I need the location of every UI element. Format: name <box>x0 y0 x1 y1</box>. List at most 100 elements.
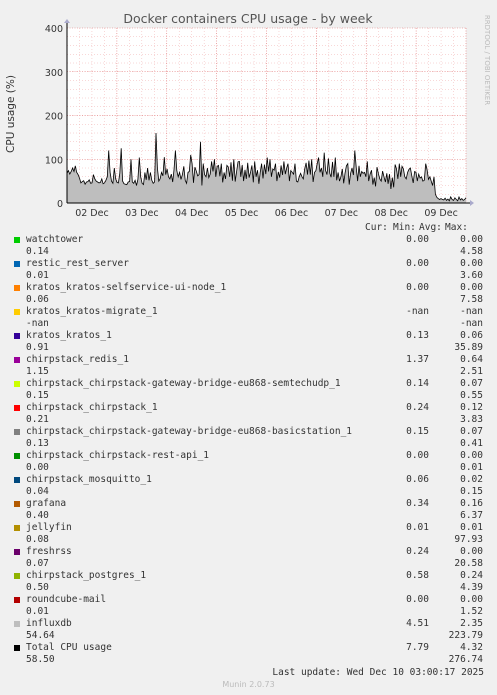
x-tick-label: 06 Dec <box>275 208 309 219</box>
legend-series-name: kratos_kratos_1 <box>26 330 112 341</box>
legend-min: 4.32 <box>460 642 483 653</box>
y-axis-label: CPU usage (%) <box>5 75 17 153</box>
header-avg: Avg: <box>419 222 442 233</box>
last-update: Last update: Wed Dec 10 03:00:17 2025 <box>272 667 484 678</box>
legend-max: 4.58 <box>460 246 483 257</box>
legend-cur: 0.00 <box>406 450 429 461</box>
legend-min: 0.12 <box>460 402 483 413</box>
legend-series-name: chirpstack_chirpstack-rest-api_1 <box>26 450 210 461</box>
y-tick-label: 300 <box>45 68 63 79</box>
legend-swatch <box>14 549 20 555</box>
x-tick-label: 09 Dec <box>424 208 458 219</box>
legend-header: Cur: Min: Avg: Max: <box>0 222 497 234</box>
x-tick-label: 02 Dec <box>75 208 109 219</box>
x-axis-arrow <box>470 200 474 206</box>
munin-version: Munin 2.0.73 <box>222 680 275 689</box>
x-tick-label: 03 Dec <box>125 208 159 219</box>
x-tick-label: 04 Dec <box>175 208 209 219</box>
legend-max: 1.52 <box>460 606 483 617</box>
legend-min: 0.00 <box>460 234 483 245</box>
legend-max: -nan <box>460 318 483 329</box>
legend-row: watchtower 0.00 0.00 0.14 4.58 <box>0 234 497 258</box>
legend-series-name: jellyfin <box>26 522 72 533</box>
legend-swatch <box>14 333 20 339</box>
legend-avg: 0.14 <box>26 246 49 257</box>
legend-max: 6.37 <box>460 510 483 521</box>
legend-avg: 0.08 <box>26 534 49 545</box>
legend-series-name: Total CPU usage <box>26 642 112 653</box>
legend-avg: 0.01 <box>26 270 49 281</box>
legend-max: 20.58 <box>454 558 483 569</box>
legend-max: 3.83 <box>460 414 483 425</box>
legend-cur: 0.00 <box>406 234 429 245</box>
legend-swatch <box>14 309 20 315</box>
legend-cur: 0.15 <box>406 426 429 437</box>
legend-swatch <box>14 501 20 507</box>
legend-series-name: roundcube-mail <box>26 594 107 605</box>
legend-min: 0.07 <box>460 426 483 437</box>
legend-cur: 0.14 <box>406 378 429 389</box>
legend-series-name: chirpstack_chirpstack_1 <box>26 402 158 413</box>
legend-series-name: chirpstack_chirpstack-gateway-bridge-eu8… <box>26 378 341 389</box>
legend-swatch <box>14 597 20 603</box>
cpu-usage-chart: Docker containers CPU usage - by week CP… <box>5 11 491 219</box>
legend-max: 223.79 <box>448 630 483 641</box>
legend-swatch <box>14 357 20 363</box>
legend-avg: 0.21 <box>26 414 49 425</box>
legend-min: 0.16 <box>460 498 483 509</box>
legend-series-name: chirpstack_mosquitto_1 <box>26 474 152 485</box>
legend-avg: 0.04 <box>26 486 49 497</box>
legend-avg: 0.40 <box>26 510 49 521</box>
legend-swatch <box>14 429 20 435</box>
legend-min: 0.01 <box>460 522 483 533</box>
rrdtool-credit: RRDTOOL / TOBI OETIKER <box>483 15 491 105</box>
legend-max: 0.41 <box>460 438 483 449</box>
legend-series-name: freshrss <box>26 546 72 557</box>
y-tick-label: 200 <box>45 112 63 123</box>
legend-avg: 0.91 <box>26 342 49 353</box>
legend-max: 2.51 <box>460 366 483 377</box>
legend-swatch <box>14 381 20 387</box>
legend-cur: 0.24 <box>406 402 429 413</box>
legend-row: kratos_kratos-migrate_1 -nan -nan -nan -nan <box>0 306 497 330</box>
legend-swatch <box>14 285 20 291</box>
legend-series-name: chirpstack_postgres_1 <box>26 570 147 581</box>
legend-avg: 0.00 <box>26 462 49 473</box>
legend-row: chirpstack_chirpstack-gateway-bridge-eu8… <box>0 378 497 402</box>
legend-avg: -nan <box>26 318 49 329</box>
legend-row: chirpstack_chirpstack-gateway-bridge-eu8… <box>0 426 497 450</box>
legend-row: grafana 0.34 0.16 0.40 6.37 <box>0 498 497 522</box>
legend-series-name: restic_rest_server <box>26 258 129 269</box>
legend-max: 276.74 <box>448 654 483 665</box>
legend-series-name: kratos_kratos-selfservice-ui-node_1 <box>26 282 227 293</box>
header-cur: Cur: <box>365 222 388 233</box>
legend-avg: 0.13 <box>26 438 49 449</box>
legend-cur: 0.01 <box>406 522 429 533</box>
legend-row: kratos_kratos_1 0.13 0.06 0.91 35.89 <box>0 330 497 354</box>
legend-swatch <box>14 453 20 459</box>
legend-cur: 0.00 <box>406 282 429 293</box>
legend-avg: 58.50 <box>26 654 55 665</box>
legend-avg: 0.15 <box>26 390 49 401</box>
legend-row: Total CPU usage 7.79 4.32 58.50 276.74 <box>0 642 497 666</box>
legend-avg: 1.15 <box>26 366 49 377</box>
legend-row: chirpstack_chirpstack_1 0.24 0.12 0.21 3.83 <box>0 402 497 426</box>
legend-row: restic_rest_server 0.00 0.00 0.01 3.60 <box>0 258 497 282</box>
legend-min: -nan <box>460 306 483 317</box>
legend-series-name: kratos_kratos-migrate_1 <box>26 306 158 317</box>
legend-max: 4.39 <box>460 582 483 593</box>
legend-min: 0.00 <box>460 594 483 605</box>
y-axis-arrow <box>64 19 70 23</box>
legend-cur: 7.79 <box>406 642 429 653</box>
legend-cur: -nan <box>406 306 429 317</box>
legend-cur: 0.34 <box>406 498 429 509</box>
legend-row: chirpstack_redis_1 1.37 0.64 1.15 2.51 <box>0 354 497 378</box>
legend-swatch <box>14 573 20 579</box>
y-tick-labels: 0 100 200 300 400 <box>45 24 63 210</box>
legend-min: 0.64 <box>460 354 483 365</box>
legend-series-name: grafana <box>26 498 67 509</box>
chart-title: Docker containers CPU usage - by week <box>123 11 373 26</box>
legend-max: 97.93 <box>454 534 483 545</box>
header-min: Min: <box>393 222 416 233</box>
legend-min: 0.00 <box>460 258 483 269</box>
